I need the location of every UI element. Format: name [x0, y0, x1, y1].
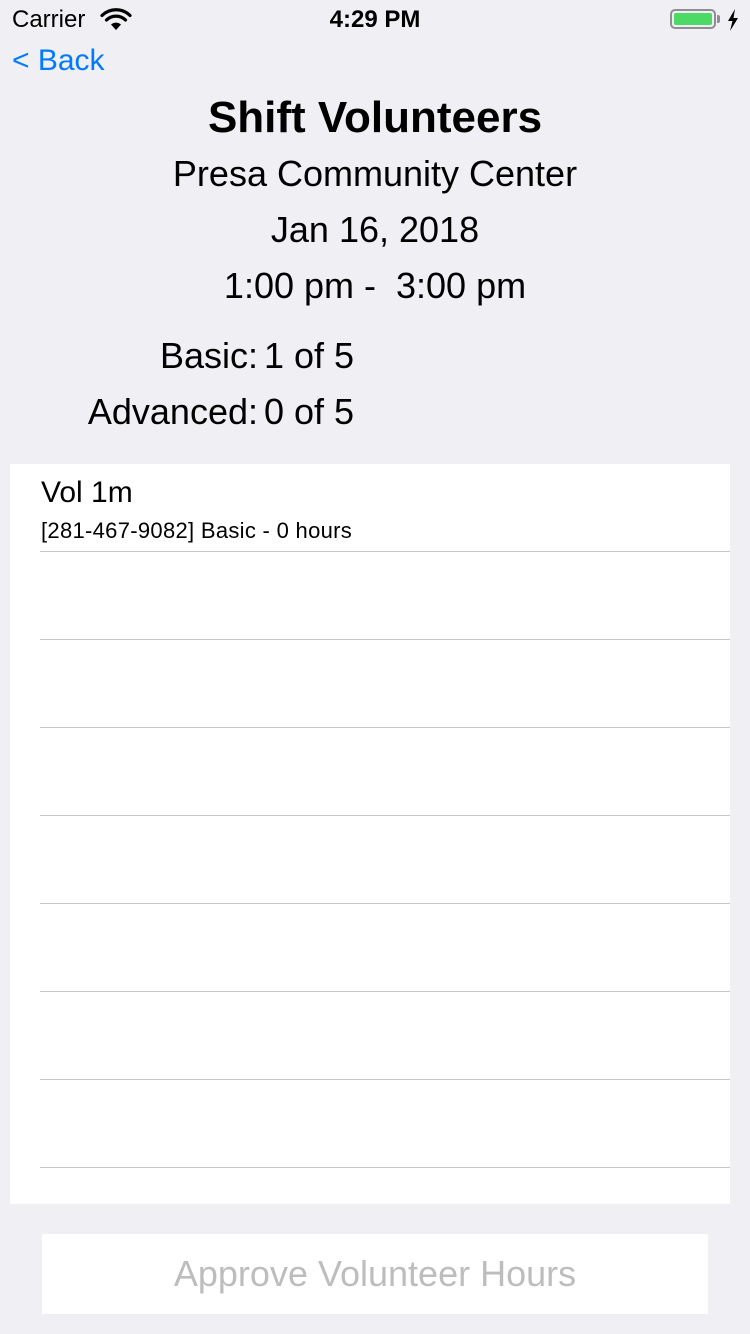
shift-location: Presa Community Center — [172, 153, 578, 194]
basic-count-label: Basic: — [159, 335, 258, 376]
shift-time-range: 1:00 pm - 3:00 pm — [223, 265, 527, 306]
back-button[interactable]: < Back — [12, 44, 105, 78]
volunteer-row[interactable] — [10, 640, 730, 728]
volunteer-name: Vol 1m — [41, 476, 133, 509]
advanced-count-value: 0 of 5 — [264, 391, 355, 432]
basic-count-value: 1 of 5 — [264, 335, 355, 376]
battery-tip — [717, 15, 720, 23]
approve-volunteer-hours-button[interactable]: Approve Volunteer Hours — [42, 1234, 708, 1314]
advanced-count-label: Advanced: — [87, 391, 258, 432]
page-title: Shift Volunteers — [207, 93, 543, 142]
volunteer-list[interactable]: Vol 1m [281-467-9082] Basic - 0 hours — [10, 464, 730, 1204]
battery-level — [674, 13, 712, 25]
volunteer-row[interactable] — [10, 728, 730, 816]
volunteer-row[interactable] — [10, 1080, 730, 1168]
volunteer-row[interactable] — [10, 816, 730, 904]
volunteer-row[interactable] — [10, 904, 730, 992]
volunteer-row[interactable]: Vol 1m [281-467-9082] Basic - 0 hours — [10, 464, 730, 552]
status-time: 4:29 PM — [329, 6, 421, 33]
volunteer-row[interactable] — [10, 992, 730, 1080]
volunteer-row[interactable] — [10, 552, 730, 640]
battery-icon — [670, 9, 716, 29]
volunteer-detail: [281-467-9082] Basic - 0 hours — [41, 518, 353, 543]
shift-date: Jan 16, 2018 — [270, 209, 480, 250]
status-bar: Carrier 4:29 PM — [0, 0, 750, 40]
charging-bolt-icon — [727, 9, 739, 36]
